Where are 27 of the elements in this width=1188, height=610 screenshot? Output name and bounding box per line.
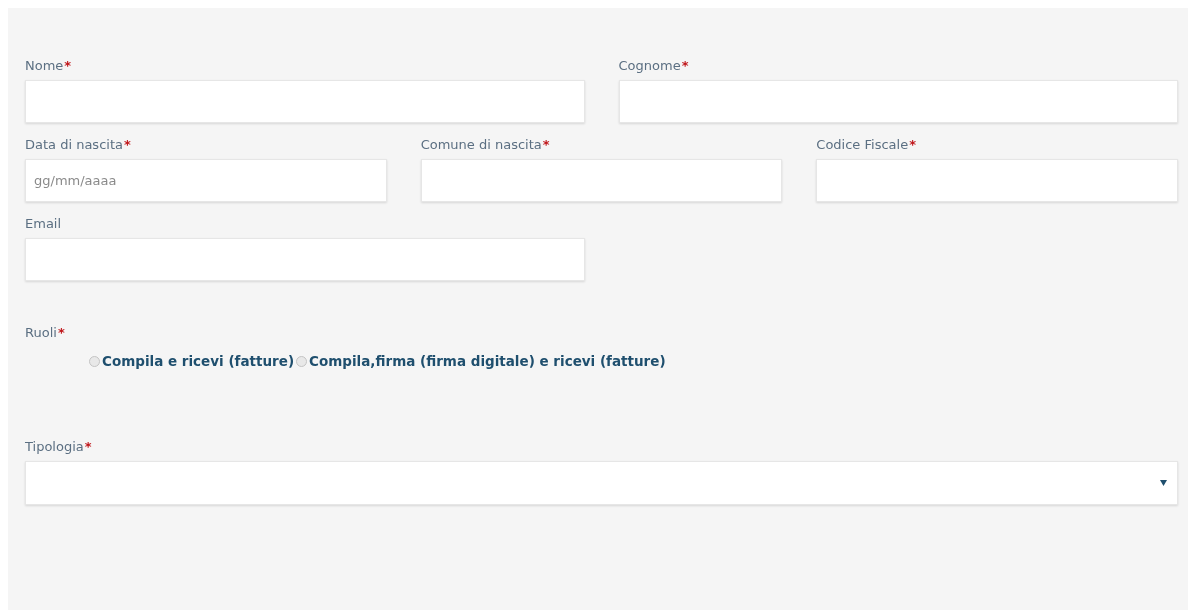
field-label: Comune di nascita bbox=[420, 137, 542, 152]
required-mark: * bbox=[64, 58, 72, 73]
field-label: Tipologia bbox=[25, 439, 84, 454]
field-label: Cognome bbox=[618, 58, 681, 73]
required-mark: * bbox=[124, 137, 131, 152]
caret-icon bbox=[1160, 480, 1167, 486]
required-mark: * bbox=[57, 325, 65, 340]
required-mark: * bbox=[84, 439, 92, 454]
field-label: Data di nascita bbox=[25, 137, 123, 152]
required-mark: * bbox=[542, 137, 550, 152]
radio-option[interactable]: Compila,firma (firma digitale) e ricevi (fatture) bbox=[296, 353, 666, 369]
required-mark: * bbox=[909, 137, 916, 152]
input-field[interactable]: gg/mm/aaaa bbox=[25, 159, 387, 202]
field-label: Codice Fiscale bbox=[816, 137, 909, 152]
radio-icon[interactable] bbox=[89, 355, 100, 367]
required-mark: * bbox=[681, 58, 689, 73]
field-label: Ruoli bbox=[25, 325, 57, 340]
input-field[interactable] bbox=[816, 159, 1178, 202]
field-label: Email bbox=[25, 216, 62, 231]
input-field[interactable] bbox=[618, 80, 1178, 123]
input-field[interactable] bbox=[25, 238, 585, 281]
input-field[interactable] bbox=[25, 80, 585, 123]
field-label: Nome bbox=[25, 58, 64, 73]
input-field[interactable] bbox=[420, 159, 783, 202]
radio-icon[interactable] bbox=[296, 355, 308, 367]
dropdown[interactable] bbox=[25, 461, 1178, 505]
radio-option[interactable]: Compila e ricevi (fatture) bbox=[89, 353, 295, 369]
